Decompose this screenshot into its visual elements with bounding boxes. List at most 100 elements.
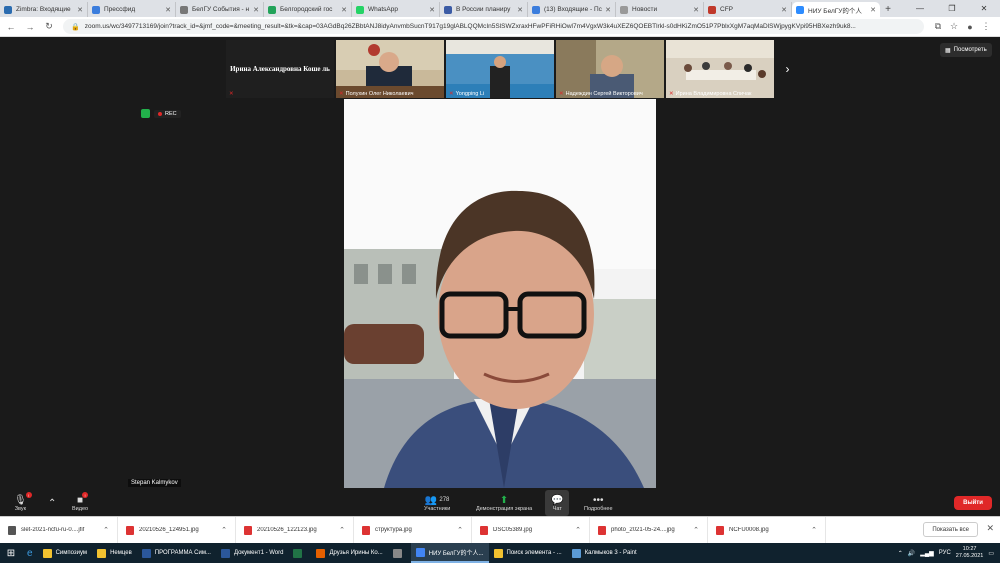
download-filename: DSC05389.jpg xyxy=(493,527,533,533)
taskbar-app[interactable]: Симпозиум xyxy=(38,543,93,563)
browser-tab[interactable]: WhatsApp ✕ xyxy=(352,2,440,17)
taskbar-app[interactable]: Поиск элемента - ... xyxy=(489,543,567,563)
participant-tile[interactable]: Ирина Александровна Коше ль ✕ xyxy=(226,40,334,98)
close-tab-icon[interactable]: ✕ xyxy=(605,6,611,14)
browser-tab[interactable]: (13) Входящие - Пс ✕ xyxy=(528,2,616,17)
browser-tab[interactable]: Новости ✕ xyxy=(616,2,704,17)
close-tab-icon[interactable]: ✕ xyxy=(429,6,435,14)
chat-button[interactable]: 💬 Чат xyxy=(545,490,570,516)
network-icon[interactable]: ▂▄▆ xyxy=(920,550,933,557)
download-item[interactable]: структура.jpg ⌃ xyxy=(354,516,472,544)
download-item[interactable]: 20210526_124951.jpg ⌃ xyxy=(118,516,236,544)
show-all-downloads-button[interactable]: Показать все xyxy=(923,522,978,537)
file-icon xyxy=(8,525,16,535)
video-button[interactable]: ■! Видео xyxy=(72,490,88,516)
browser-tab[interactable]: БелГУ События - н ✕ xyxy=(176,2,264,17)
tray-chevron-icon[interactable]: ⌃ xyxy=(898,550,903,557)
download-item[interactable]: NCFU0008.jpg ⌃ xyxy=(708,516,826,544)
profile-icon[interactable]: ● xyxy=(962,19,978,35)
share-screen-label: Демонстрация экрана xyxy=(476,506,533,512)
close-tab-icon[interactable]: ✕ xyxy=(77,6,83,14)
taskbar-app-label: Друзья Ирины Ко... xyxy=(329,550,383,556)
chevron-up-icon[interactable]: ⌃ xyxy=(575,526,581,534)
taskbar-app[interactable] xyxy=(388,543,411,563)
next-participants-arrow-icon[interactable]: › xyxy=(779,40,796,98)
clock[interactable]: 10:27 27.05.2021 xyxy=(956,546,984,560)
download-item[interactable]: photo_2021-05-24....jpg ⌃ xyxy=(590,516,708,544)
browser-tab[interactable]: Zimbra: Входящие ✕ xyxy=(0,2,88,17)
folder-icon xyxy=(493,548,503,558)
taskbar-app[interactable]: ПРОГРАММА Сим... xyxy=(137,543,216,563)
chevron-up-icon[interactable]: ⌃ xyxy=(221,526,227,534)
download-item[interactable]: DSC05389.jpg ⌃ xyxy=(472,516,590,544)
participants-button[interactable]: 👥 278 Участники xyxy=(424,490,450,516)
translate-icon[interactable]: ⧉ xyxy=(930,19,946,35)
taskbar-app[interactable]: Друзья Ирины Ко... xyxy=(311,543,387,563)
participants-count: 278 xyxy=(439,497,450,503)
more-dots-icon: ••• xyxy=(593,494,604,506)
menu-icon[interactable]: ⋮ xyxy=(978,19,994,35)
file-icon xyxy=(480,525,488,535)
windows-start-icon[interactable]: ⊞ xyxy=(0,543,22,563)
taskbar-app[interactable]: Документ1 - Word xyxy=(216,543,289,563)
forward-icon[interactable]: → xyxy=(22,19,38,35)
taskbar-app[interactable]: Калмыков 3 - Paint xyxy=(567,543,642,563)
taskbar-app[interactable]: Немцев xyxy=(92,543,137,563)
chrome-icon xyxy=(415,547,425,557)
taskbar-app-active[interactable]: НИУ БелГУ的个人... xyxy=(410,543,489,563)
participant-tile[interactable]: ✕ Yongping Li xyxy=(446,40,554,98)
more-button[interactable]: ••• Подробнее xyxy=(584,490,613,516)
address-bar: ← → ↻ 🔒 zoom.us/wc/3497713169/join?track… xyxy=(0,17,1000,37)
system-tray: ⌃ 🔊 ▂▄▆ РУС 10:27 27.05.2021 ▭ xyxy=(898,543,994,563)
rec-badge: REC xyxy=(154,109,181,118)
close-window-icon[interactable]: ✕ xyxy=(968,0,1000,17)
close-tab-icon[interactable]: ✕ xyxy=(341,6,347,14)
participant-tile[interactable]: ✕ Надеждин Сергей Викторович xyxy=(556,40,664,98)
notification-badge: ! xyxy=(82,492,89,498)
participant-tile[interactable]: ✕ Полухин Олег Николаевич xyxy=(336,40,444,98)
notifications-icon[interactable]: ▭ xyxy=(988,550,994,557)
video-label: Видео xyxy=(72,506,89,512)
browser-tab[interactable]: Прессфид ✕ xyxy=(88,2,176,17)
chevron-up-icon[interactable]: ⌃ xyxy=(339,526,345,534)
chevron-up-icon[interactable]: ⌃ xyxy=(693,526,699,534)
chevron-up-icon[interactable]: ⌃ xyxy=(457,526,463,534)
participant-tile[interactable]: ✕ Ирина Владимировна Спичак xyxy=(666,40,774,98)
close-tab-icon[interactable]: ✕ xyxy=(781,6,787,14)
language-indicator[interactable]: РУС xyxy=(939,550,951,556)
audio-options-button[interactable]: ⌃ xyxy=(48,490,56,516)
taskbar-app[interactable] xyxy=(288,543,311,563)
browser-tab-active[interactable]: НИУ БелГУ的个人 ✕ xyxy=(792,2,880,17)
file-icon xyxy=(716,525,724,535)
tab-favicon-icon xyxy=(796,5,804,14)
new-tab-button[interactable]: + xyxy=(880,2,896,17)
volume-icon[interactable]: 🔊 xyxy=(908,550,915,557)
restore-icon[interactable]: ❐ xyxy=(936,0,968,17)
leave-meeting-button[interactable]: Выйти xyxy=(954,496,992,510)
clock-date: 27.05.2021 xyxy=(955,553,984,559)
browser-tab[interactable]: CFP ✕ xyxy=(704,2,792,17)
close-tab-icon[interactable]: ✕ xyxy=(253,6,259,14)
url-field[interactable]: 🔒 zoom.us/wc/3497713169/join?track_id=&j… xyxy=(63,19,924,34)
close-tab-icon[interactable]: ✕ xyxy=(165,6,171,14)
view-button[interactable]: ▦ Посмотреть xyxy=(940,43,992,57)
audio-button[interactable]: 🎙! Звук xyxy=(14,490,32,516)
close-tab-icon[interactable]: ✕ xyxy=(693,6,699,14)
bookmark-star-icon[interactable]: ☆ xyxy=(946,19,962,35)
browser-tab[interactable]: Белгородский гос ✕ xyxy=(264,2,352,17)
reload-icon[interactable]: ↻ xyxy=(41,19,57,35)
chevron-up-icon[interactable]: ⌃ xyxy=(103,526,109,534)
back-icon[interactable]: ← xyxy=(3,19,19,35)
chevron-up-icon[interactable]: ⌃ xyxy=(811,526,817,534)
minimize-icon[interactable]: — xyxy=(904,0,936,17)
close-downloads-icon[interactable]: ✕ xyxy=(986,523,994,534)
download-item[interactable]: slet-2021-ncfu-ru-0....jfif ⌃ xyxy=(0,516,118,544)
browser-tab[interactable]: В России планиру ✕ xyxy=(440,2,528,17)
muted-mic-icon: ✕ xyxy=(229,91,234,97)
tab-title: В России планиру xyxy=(456,6,511,13)
close-tab-icon[interactable]: ✕ xyxy=(517,6,523,14)
close-tab-icon[interactable]: ✕ xyxy=(870,6,876,14)
share-screen-button[interactable]: ⬆ Демонстрация экрана xyxy=(476,490,532,516)
download-item[interactable]: 20210526_122123.jpg ⌃ xyxy=(236,516,354,544)
taskbar-edge-icon[interactable]: e xyxy=(22,543,38,563)
